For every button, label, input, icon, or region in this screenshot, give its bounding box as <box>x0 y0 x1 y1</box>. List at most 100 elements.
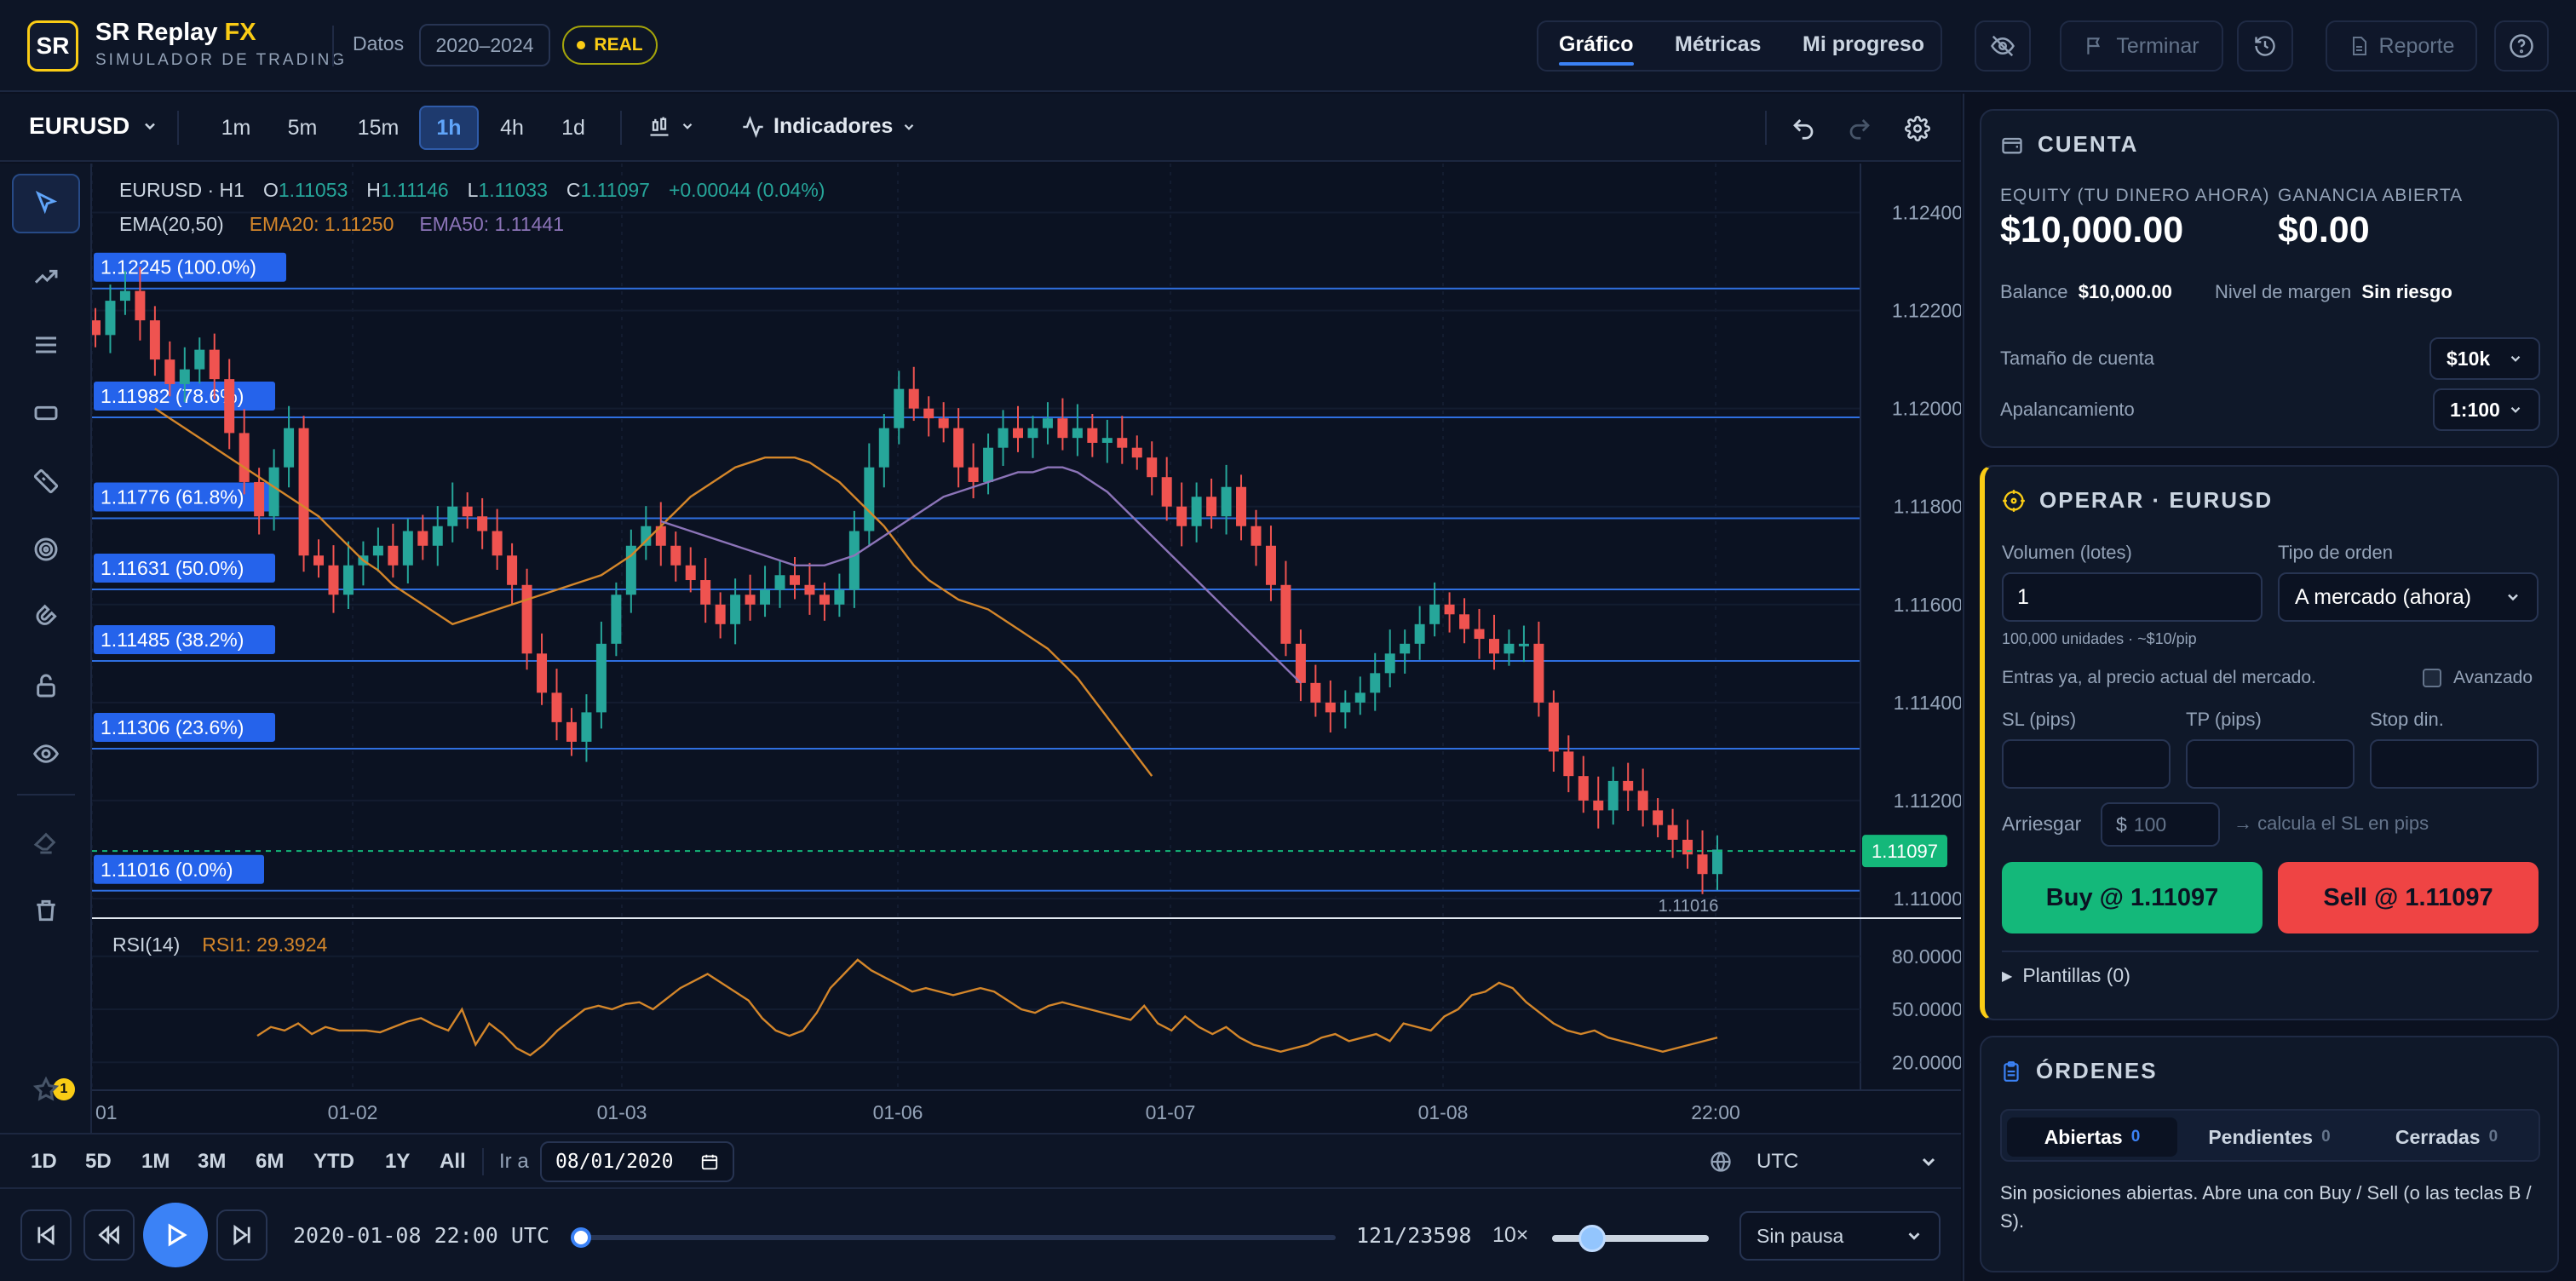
candle-body <box>417 531 428 546</box>
candle-body <box>1117 438 1128 448</box>
price-chart[interactable]: 1.12245 (100.0%) 1.11982 (78.6%) 1.11776 (… <box>92 164 1961 1133</box>
range-ytd[interactable]: YTD <box>313 1150 354 1174</box>
open-pnl-value: $0.00 <box>2278 210 2370 250</box>
goto-date-input[interactable]: 08/01/2020 <box>540 1141 734 1182</box>
eraser-tool[interactable] <box>12 813 80 872</box>
play-button[interactable] <box>143 1203 208 1267</box>
fibonacci-retracement[interactable]: 1.12245 (100.0%) 1.11982 (78.6%) 1.11776 (… <box>92 252 1860 892</box>
symbol-selector[interactable]: EURUSD <box>29 112 158 140</box>
favorites-tool[interactable] <box>12 1060 80 1119</box>
sl-input[interactable] <box>2002 739 2171 789</box>
chart-type-button[interactable] <box>647 114 695 138</box>
chevron-down-icon <box>2508 594 2518 601</box>
lock-tool[interactable] <box>12 656 80 715</box>
trailing-stop-input[interactable] <box>2370 739 2539 789</box>
candle-body <box>595 643 607 713</box>
legend-high-label: H <box>366 179 381 201</box>
rectangle-tool[interactable] <box>12 383 80 443</box>
advanced-toggle[interactable]: Avanzado <box>2423 668 2533 688</box>
range-1y[interactable]: 1Y <box>385 1150 410 1174</box>
chart-area[interactable]: 1.12245 (100.0%) 1.11982 (78.6%) 1.11776 (… <box>92 164 1961 1133</box>
brand-name: SR Replay FX <box>95 19 256 47</box>
tab-abiertas[interactable]: Abiertas 0 <box>2007 1117 2177 1157</box>
magnet-tool[interactable] <box>12 588 80 647</box>
hide-button[interactable] <box>1975 20 2031 72</box>
tf-1d[interactable]: 1d <box>545 106 601 150</box>
tf-4h[interactable]: 4h <box>484 106 540 150</box>
tf-1m[interactable]: 1m <box>208 106 264 150</box>
range-all[interactable]: All <box>440 1150 466 1174</box>
pause-mode-select[interactable]: Sin pausa <box>1739 1211 1941 1261</box>
range-1d[interactable]: 1D <box>31 1150 57 1174</box>
candle-body <box>1354 692 1366 703</box>
ruler-tool[interactable] <box>12 451 80 511</box>
fib-level-label: 1.11016 (0.0%) <box>101 859 233 881</box>
fib-level-label: 1.11631 (50.0%) <box>101 557 244 579</box>
range-1m[interactable]: 1M <box>141 1150 170 1174</box>
help-icon <box>2510 34 2533 58</box>
redo-icon[interactable] <box>1847 116 1872 141</box>
tab-pendientes[interactable]: Pendientes 0 <box>2184 1117 2355 1157</box>
tf-15m[interactable]: 15m <box>344 106 412 150</box>
order-type-select[interactable]: A mercado (ahora) <box>2278 572 2539 622</box>
sell-button[interactable]: Sell @ 1.11097 <box>2278 862 2539 933</box>
brand-text: SR Replay <box>95 19 218 46</box>
help-button[interactable] <box>2494 20 2549 72</box>
data-range-select[interactable]: 2020–2024 <box>419 24 550 66</box>
fib-level-label: 1.11982 (78.6%) <box>101 385 244 407</box>
skip-start-button[interactable] <box>20 1209 72 1261</box>
candle-body <box>983 447 994 482</box>
leverage-select[interactable]: 1:100 <box>2433 388 2540 431</box>
progress-thumb[interactable] <box>571 1227 592 1248</box>
risk-input[interactable]: $ 100 <box>2101 802 2220 847</box>
terminar-button[interactable]: Terminar <box>2060 20 2223 72</box>
cursor-tool[interactable] <box>12 174 80 233</box>
candle-body <box>611 595 622 644</box>
candle-body <box>1444 604 1455 615</box>
visibility-tool[interactable] <box>12 724 80 784</box>
candle-body <box>908 388 919 409</box>
hline-tool[interactable] <box>12 315 80 375</box>
progress-track[interactable] <box>571 1227 1336 1248</box>
chevron-down-icon[interactable] <box>1918 1152 1939 1172</box>
advanced-checkbox[interactable] <box>2423 669 2441 687</box>
history-button[interactable] <box>2237 20 2293 72</box>
range-6m[interactable]: 6M <box>256 1150 284 1174</box>
volume-input[interactable]: 1 <box>2002 572 2263 622</box>
tab-metricas[interactable]: Métricas <box>1675 32 1761 57</box>
tp-input[interactable] <box>2186 739 2355 789</box>
candle-body <box>1623 780 1634 791</box>
range-3m[interactable]: 3M <box>198 1150 226 1174</box>
sl-label: SL (pips) <box>2002 709 2077 730</box>
trendline-tool[interactable] <box>12 247 80 307</box>
tab-mi-progreso[interactable]: Mi progreso <box>1803 32 1924 57</box>
undo-icon[interactable] <box>1791 116 1816 141</box>
step-forward-button[interactable] <box>216 1209 267 1261</box>
buy-button[interactable]: Buy @ 1.11097 <box>2002 862 2263 933</box>
speed-slider[interactable] <box>1552 1225 1709 1252</box>
leverage-label: Apalancamiento <box>2000 399 2135 420</box>
tf-5m[interactable]: 5m <box>274 106 331 150</box>
range-5d[interactable]: 5D <box>85 1150 112 1174</box>
target-tool[interactable] <box>12 520 80 579</box>
candle-body <box>447 506 458 526</box>
reporte-label: Reporte <box>2378 33 2455 58</box>
timezone-select[interactable]: UTC <box>1757 1150 1798 1174</box>
candle-body <box>1607 780 1619 811</box>
reporte-button[interactable]: Reporte <box>2326 20 2477 72</box>
tab-grafico[interactable]: Gráfico <box>1559 32 1634 66</box>
templates-toggle[interactable]: ▶ Plantillas (0) <box>2002 964 2130 987</box>
rewind-button[interactable] <box>83 1209 135 1261</box>
tf-1h[interactable]: 1h <box>419 106 479 150</box>
account-size-select[interactable]: $10k <box>2429 337 2540 380</box>
speed-thumb[interactable] <box>1578 1225 1607 1252</box>
candle-body <box>1191 497 1202 526</box>
lines-icon <box>36 336 56 353</box>
tab-cerradas[interactable]: Cerradas 0 <box>2361 1117 2532 1157</box>
indicators-button[interactable]: Indicadores <box>741 114 917 139</box>
orders-empty-message: Sin posiciones abiertas. Abre una con Bu… <box>2000 1182 2532 1232</box>
settings-icon[interactable] <box>1905 116 1930 141</box>
tab-cerradas-label: Cerradas <box>2395 1125 2481 1148</box>
candles-icon <box>650 117 669 136</box>
delete-drawings-tool[interactable] <box>12 881 80 940</box>
